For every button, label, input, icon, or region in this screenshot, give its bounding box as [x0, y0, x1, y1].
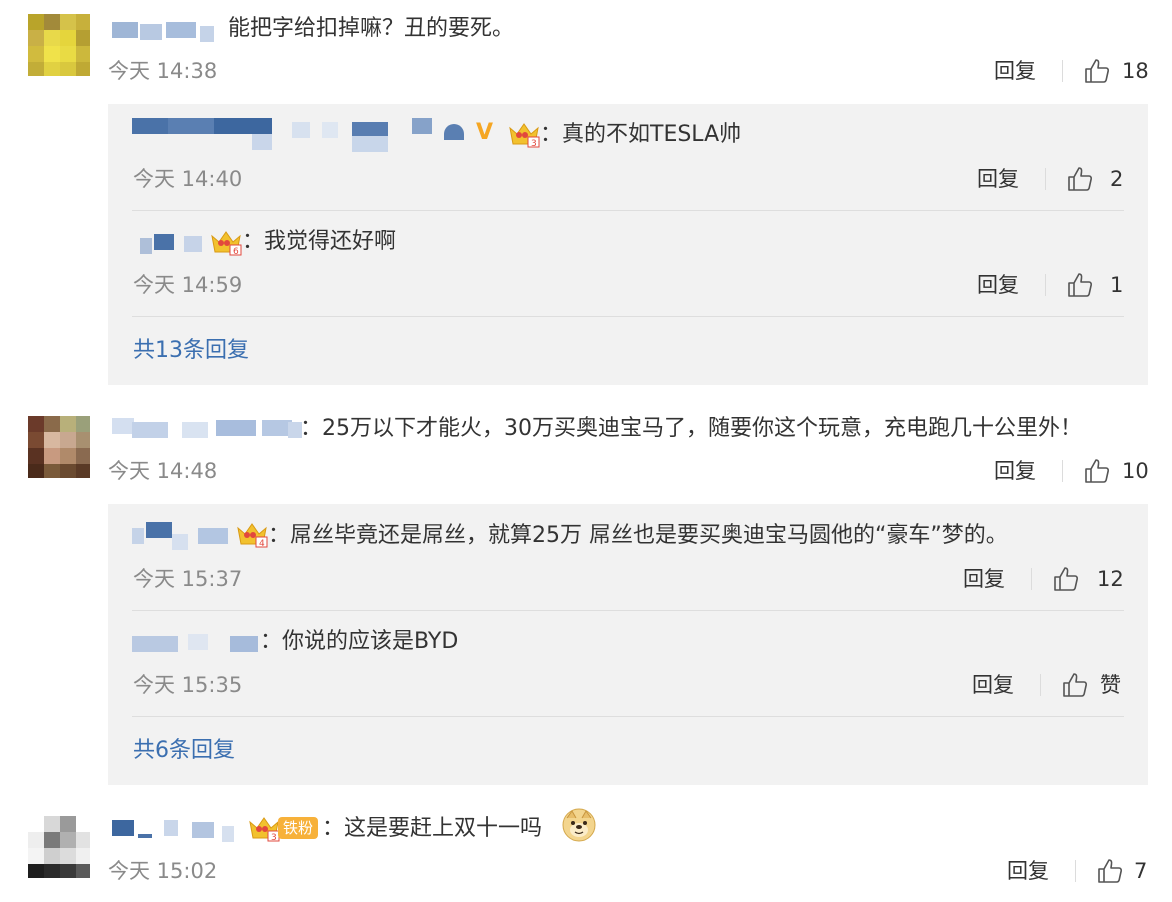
like-count: 2 — [1110, 167, 1124, 191]
thumbs-up-icon[interactable] — [1083, 457, 1111, 485]
divider — [1062, 460, 1063, 482]
reply-text: ：屌丝毕竟还是屌丝，就算25万 屌丝也是要买奥迪宝马圆他的“豪车”梦的。 — [268, 523, 1008, 548]
timestamp: 今天 15:35 — [133, 673, 243, 697]
svg-text:6: 6 — [233, 247, 239, 256]
verified-badge-icon: V — [476, 120, 494, 145]
thumbs-up-icon[interactable] — [1096, 857, 1124, 885]
divider — [1075, 860, 1076, 882]
comment-text: ：25万以下才能火，30万买奥迪宝马了，随要你这个玩意，充电跑几十公里外！ — [300, 416, 1082, 441]
divider — [132, 210, 1124, 211]
reply-button[interactable]: 回复 — [994, 58, 1036, 84]
like-count: 7 — [1134, 859, 1148, 883]
thumbs-up-icon[interactable] — [1083, 57, 1111, 85]
svg-text:3: 3 — [531, 139, 537, 148]
like-count: 12 — [1097, 567, 1124, 591]
timestamp: 今天 14:38 — [108, 59, 218, 83]
thumbs-up-icon[interactable] — [1066, 271, 1094, 299]
reply-text: ：我觉得还好啊 — [242, 229, 397, 254]
crown-icon: 3 — [509, 123, 540, 148]
reply-text: ：真的不如TESLA帅 — [540, 122, 742, 147]
reply-button[interactable]: 回复 — [963, 566, 1005, 592]
reply-button[interactable]: 回复 — [1007, 858, 1049, 884]
avatar[interactable] — [28, 14, 90, 76]
thumbs-up-icon[interactable] — [1061, 671, 1089, 699]
divider — [132, 716, 1124, 717]
username-link[interactable] — [112, 816, 242, 842]
view-all-replies-link[interactable]: 共13条回复 — [133, 338, 249, 364]
like-count: 1 — [1110, 273, 1124, 297]
reply-username-link[interactable] — [132, 116, 472, 152]
divider — [1045, 274, 1046, 296]
thumbs-up-icon[interactable] — [1052, 565, 1080, 593]
reply-username-link[interactable] — [132, 628, 260, 654]
reply-button[interactable]: 回复 — [994, 458, 1036, 484]
timestamp: 今天 14:59 — [133, 273, 243, 297]
doge-emoji-icon — [562, 808, 596, 842]
avatar[interactable] — [28, 416, 90, 478]
reply-text: ：你说的应该是BYD — [260, 629, 459, 654]
crown-icon: 6 — [211, 231, 242, 256]
timestamp: 今天 14:48 — [108, 459, 218, 483]
username-link[interactable] — [112, 16, 222, 42]
timestamp: 今天 15:37 — [133, 567, 243, 591]
divider — [132, 610, 1124, 611]
reply-button[interactable]: 回复 — [977, 272, 1019, 298]
divider — [1045, 168, 1046, 190]
username-link[interactable] — [112, 414, 322, 440]
reply-username-link[interactable] — [140, 228, 210, 254]
divider — [1062, 60, 1063, 82]
comment-text: 能把字给扣掉嘛？丑的要死。 — [228, 16, 515, 41]
reply-button[interactable]: 回复 — [977, 166, 1019, 192]
view-all-replies-link[interactable]: 共6条回复 — [133, 738, 235, 764]
fan-badge: 铁粉 — [278, 817, 319, 839]
crown-icon: 4 — [237, 523, 268, 548]
like-count: 18 — [1122, 59, 1149, 83]
crown-icon: 3 — [249, 817, 280, 842]
like-label[interactable]: 赞 — [1100, 672, 1121, 698]
timestamp: 今天 14:40 — [133, 167, 243, 191]
comment-text: ：这是要赶上双十一吗 — [322, 816, 543, 841]
reply-username-link[interactable] — [132, 520, 242, 550]
timestamp: 今天 15:02 — [108, 859, 218, 883]
divider — [1031, 568, 1032, 590]
thumbs-up-icon[interactable] — [1066, 165, 1094, 193]
svg-text:4: 4 — [259, 539, 265, 548]
like-count: 10 — [1122, 459, 1149, 483]
divider — [1040, 674, 1041, 696]
avatar[interactable] — [28, 816, 90, 878]
svg-text:3: 3 — [271, 833, 277, 842]
reply-button[interactable]: 回复 — [972, 672, 1014, 698]
divider — [132, 316, 1124, 317]
